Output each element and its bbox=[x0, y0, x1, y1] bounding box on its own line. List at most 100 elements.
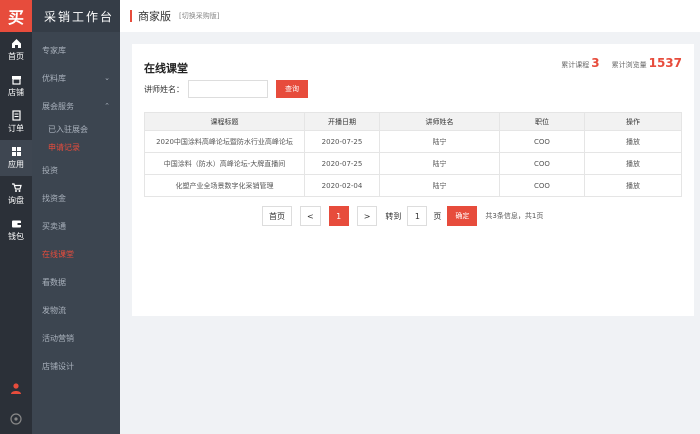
nav-label: 活动营销 bbox=[42, 333, 74, 343]
date-cell: 2020-02-04 bbox=[304, 174, 380, 197]
current-page-button[interactable]: 1 bbox=[328, 206, 349, 226]
home-icon bbox=[11, 38, 22, 49]
column-header: 开播日期 bbox=[304, 112, 380, 131]
column-header: 职位 bbox=[499, 112, 585, 131]
play-link[interactable]: 播放 bbox=[584, 152, 682, 175]
nav-label: 看数据 bbox=[42, 277, 66, 287]
column-header: 操作 bbox=[584, 112, 682, 131]
column-header: 讲师姓名 bbox=[379, 112, 500, 131]
title-accent-bar bbox=[130, 10, 132, 22]
nav-trade[interactable]: 买卖通 bbox=[32, 212, 120, 240]
lecturer-label: 讲师姓名： bbox=[144, 84, 184, 94]
nav-exhibition-service[interactable]: 展会服务 ⌃ bbox=[32, 92, 120, 120]
rail-label: 询盘 bbox=[8, 196, 24, 205]
brand-title: 采销工作台 bbox=[32, 0, 120, 32]
nav-label: 已入驻展会 bbox=[48, 124, 88, 134]
rail-label: 钱包 bbox=[8, 232, 24, 241]
stats: 累计课程 3 累计浏览量 1537 bbox=[561, 56, 682, 70]
nav-joined-exhibitions[interactable]: 已入驻展会 bbox=[32, 120, 120, 138]
table-header-row: 课程标题 开播日期 讲师姓名 职位 操作 bbox=[144, 112, 682, 131]
icon-rail: 买 首页 店铺 订单 应用 询盘 钱包 bbox=[0, 0, 32, 434]
nav-materials-library[interactable]: 优料库 ⌄ bbox=[32, 64, 120, 92]
lecturer-input[interactable] bbox=[188, 80, 268, 98]
nav-online-class[interactable]: 在线课堂 bbox=[32, 240, 120, 268]
rail-label: 首页 bbox=[8, 52, 24, 61]
search-bar: 讲师姓名： 查询 bbox=[144, 80, 308, 98]
position-cell: COO bbox=[499, 130, 585, 153]
nav-bidding[interactable]: 投资 bbox=[32, 156, 120, 184]
page-mode-title: 商家版 bbox=[138, 10, 171, 23]
nav-label: 申请记录 bbox=[48, 142, 80, 152]
nav-view-data[interactable]: 看数据 bbox=[32, 268, 120, 296]
table-row: 化塑产业全场景数字化采销管理 2020-02-04 陆宁 COO 播放 bbox=[144, 174, 682, 197]
nav-label: 展会服务 bbox=[42, 101, 74, 111]
position-cell: COO bbox=[499, 174, 585, 197]
rail-label: 店铺 bbox=[8, 88, 24, 97]
wallet-icon bbox=[11, 218, 22, 229]
course-table: 课程标题 开播日期 讲师姓名 职位 操作 2020中国涂料高峰论坛暨防水行业高峰… bbox=[144, 112, 682, 197]
store-icon bbox=[11, 74, 22, 85]
nav-logistics[interactable]: 发物流 bbox=[32, 296, 120, 324]
user-icon[interactable] bbox=[0, 382, 32, 394]
logo[interactable]: 买 bbox=[0, 0, 32, 32]
nav-label: 优料库 bbox=[42, 73, 66, 83]
lecturer-cell: 陆宁 bbox=[379, 174, 500, 197]
nav-label: 店铺设计 bbox=[42, 361, 74, 371]
secondary-nav: 采销工作台 专家库 优料库 ⌄ 展会服务 ⌃ 已入驻展会 申请记录 投资 找资金 买… bbox=[32, 0, 120, 434]
content-card: 在线课堂 累计课程 3 累计浏览量 1537 讲师姓名： 查询 课程标题 开播日… bbox=[132, 44, 694, 316]
pagination: 首页 < 1 > 转到 1 页 确定 共3条信息，共1页 bbox=[262, 206, 543, 226]
rail-store[interactable]: 店铺 bbox=[0, 68, 32, 104]
page-unit-label: 页 bbox=[433, 211, 442, 221]
query-button[interactable]: 查询 bbox=[276, 80, 308, 98]
pagination-info: 共3条信息，共1页 bbox=[485, 212, 544, 220]
lecturer-cell: 陆宁 bbox=[379, 130, 500, 153]
goto-page-input[interactable]: 1 bbox=[407, 206, 428, 226]
next-page-button[interactable]: > bbox=[356, 206, 378, 226]
nav-store-design[interactable]: 店铺设计 bbox=[32, 352, 120, 380]
confirm-button[interactable]: 确定 bbox=[447, 206, 478, 226]
date-cell: 2020-07-25 bbox=[304, 152, 380, 175]
course-title-cell: 化塑产业全场景数字化采销管理 bbox=[144, 174, 305, 197]
course-title-cell: 中国涂料（防水）高峰论坛-大牌直播间 bbox=[144, 152, 305, 175]
nav-expert-library[interactable]: 专家库 bbox=[32, 36, 120, 64]
rail-home[interactable]: 首页 bbox=[0, 32, 32, 68]
rail-label: 应用 bbox=[8, 160, 24, 169]
nav-label: 找资金 bbox=[42, 193, 66, 203]
views-label: 累计浏览量 bbox=[611, 61, 647, 69]
order-icon bbox=[11, 110, 22, 121]
table-row: 中国涂料（防水）高峰论坛-大牌直播间 2020-07-25 陆宁 COO 播放 bbox=[144, 152, 682, 175]
rail-inquiry[interactable]: 询盘 bbox=[0, 176, 32, 212]
rail-wallet[interactable]: 钱包 bbox=[0, 212, 32, 248]
nav-application-records[interactable]: 申请记录 bbox=[32, 138, 120, 156]
play-link[interactable]: 播放 bbox=[584, 130, 682, 153]
power-icon[interactable] bbox=[0, 413, 32, 425]
date-cell: 2020-07-25 bbox=[304, 130, 380, 153]
rail-label: 订单 bbox=[8, 124, 24, 133]
views-count: 1537 bbox=[648, 56, 682, 70]
nav-label: 在线课堂 bbox=[42, 249, 74, 259]
rail-order[interactable]: 订单 bbox=[0, 104, 32, 140]
nav-label: 投资 bbox=[42, 165, 58, 175]
table-row: 2020中国涂料高峰论坛暨防水行业高峰论坛 2020-07-25 陆宁 COO … bbox=[144, 130, 682, 153]
chevron-down-icon: ⌄ bbox=[104, 74, 110, 82]
play-link[interactable]: 播放 bbox=[584, 174, 682, 197]
top-header: 商家版 [切换采购版] bbox=[120, 0, 700, 32]
apps-icon bbox=[11, 146, 22, 157]
nav-label: 买卖通 bbox=[42, 221, 66, 231]
prev-page-button[interactable]: < bbox=[300, 206, 321, 226]
first-page-button[interactable]: 首页 bbox=[262, 206, 292, 226]
position-cell: COO bbox=[499, 152, 585, 175]
rail-apps[interactable]: 应用 bbox=[0, 140, 32, 176]
nav-marketing[interactable]: 活动营销 bbox=[32, 324, 120, 352]
nav-label: 发物流 bbox=[42, 305, 66, 315]
chevron-up-icon: ⌃ bbox=[104, 102, 110, 110]
nav-label: 专家库 bbox=[42, 45, 66, 55]
lecturer-cell: 陆宁 bbox=[379, 152, 500, 175]
cart-icon bbox=[11, 182, 22, 193]
nav-find-funds[interactable]: 找资金 bbox=[32, 184, 120, 212]
goto-label: 转到 bbox=[385, 211, 402, 221]
page-title: 在线课堂 bbox=[144, 62, 188, 75]
switch-mode-link[interactable]: [切换采购版] bbox=[179, 11, 219, 21]
column-header: 课程标题 bbox=[144, 112, 305, 131]
courses-count: 3 bbox=[591, 56, 600, 70]
